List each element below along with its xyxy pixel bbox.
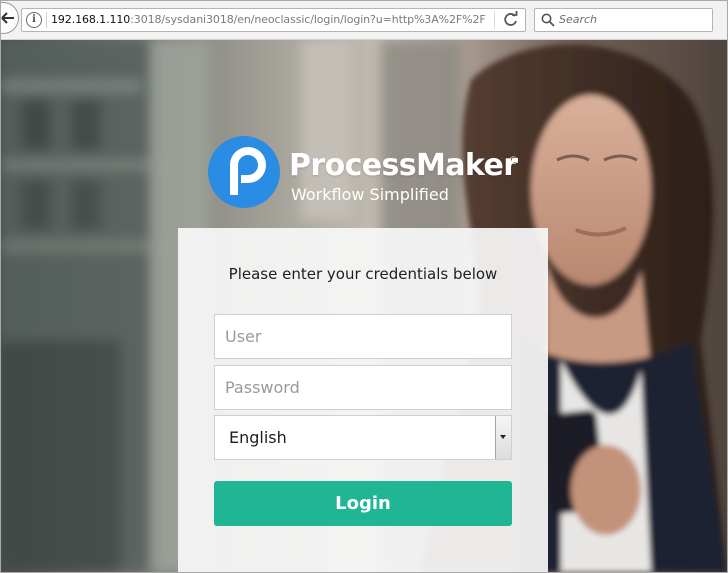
chevron-down-icon [500,435,506,439]
password-input[interactable] [214,365,512,410]
back-arrow-icon [1,12,14,24]
brand-name: ProcessMaker [289,148,518,183]
back-button[interactable] [1,2,19,34]
search-icon [541,13,555,27]
url-path: :3018/sysdani3018/en/neoclassic/login/lo… [130,13,486,26]
login-instructions: Please enter your credentials below [228,265,498,283]
login-panel: Please enter your credentials below Engl… [178,228,548,572]
language-selected-value: English [229,428,287,447]
dropdown-button[interactable] [495,416,511,459]
brand-tagline: Workflow Simplified [291,185,449,204]
url-text[interactable]: 192.168.1.110:3018/sysdani3018/en/neocla… [51,13,486,26]
url-divider-right [494,11,495,29]
info-icon[interactable]: i [26,12,42,28]
url-host: 192.168.1.110 [51,13,131,26]
language-select[interactable]: English [214,415,512,460]
login-button[interactable]: Login [214,481,512,526]
address-bar[interactable]: i 192.168.1.110:3018/sysdani3018/en/neoc… [21,8,526,32]
processmaker-logo-icon [208,136,280,208]
user-input[interactable] [214,314,512,359]
search-bar[interactable]: Search [534,8,713,32]
login-page: ProcessMaker ® Workflow Simplified Pleas… [1,40,727,572]
reload-icon[interactable] [502,11,520,29]
browser-toolbar: i 192.168.1.110:3018/sysdani3018/en/neoc… [1,1,727,40]
url-divider [46,12,47,28]
browser-window: i 192.168.1.110:3018/sysdani3018/en/neoc… [0,0,728,573]
registered-mark: ® [508,154,519,167]
search-placeholder: Search [559,13,598,26]
